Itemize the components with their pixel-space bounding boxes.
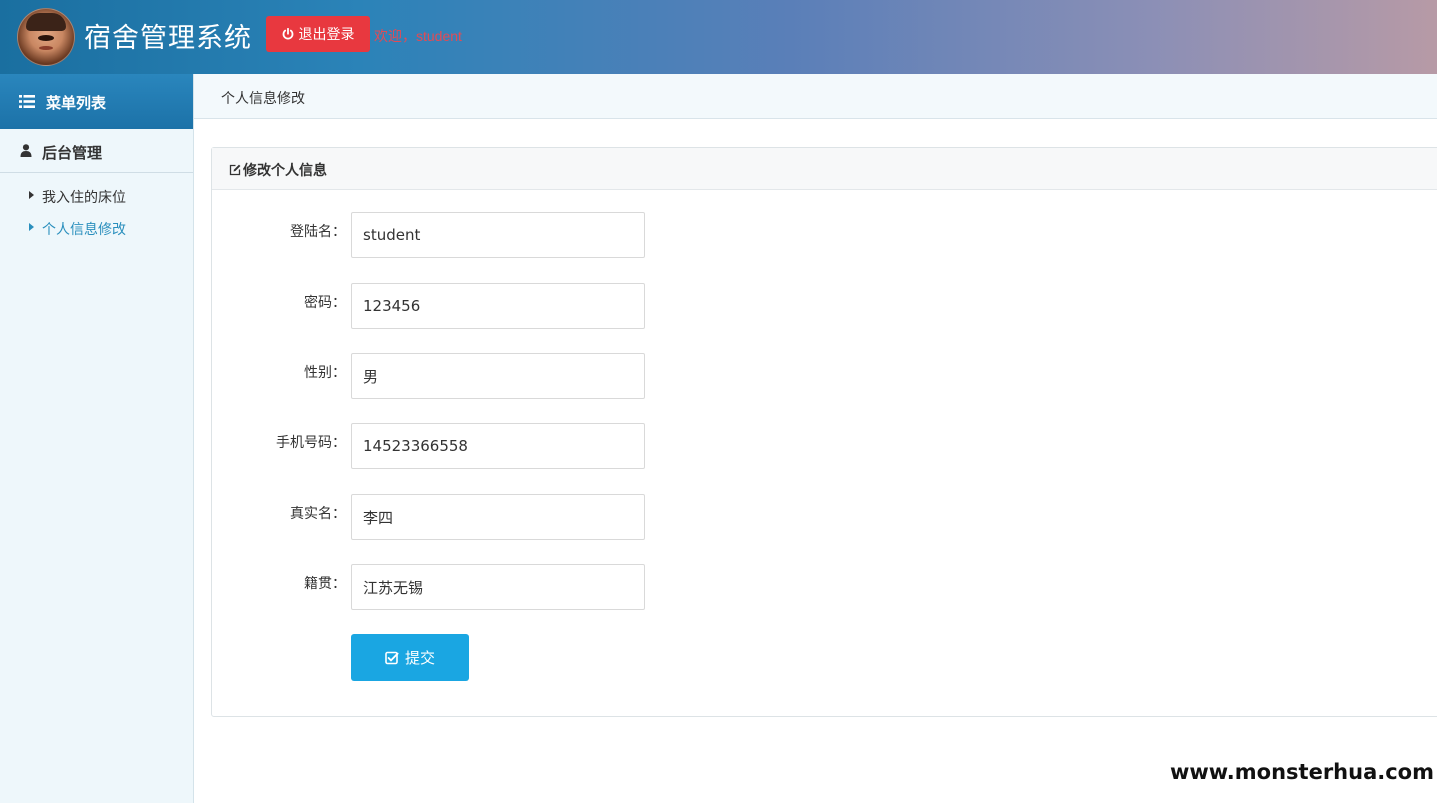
list-icon xyxy=(19,95,35,108)
power-icon xyxy=(282,28,294,40)
form-row-phone: 手机号码： xyxy=(212,423,1437,469)
form-row-gender: 性别： xyxy=(212,353,1437,399)
login-name-label: 登陆名： xyxy=(290,223,346,239)
app-title: 宿舍管理系统 xyxy=(84,23,252,54)
real-name-label: 真实名： xyxy=(290,505,346,521)
sidebar-item-profile-edit[interactable]: 个人信息修改 xyxy=(0,214,193,242)
form-row-login-name: 登陆名： xyxy=(212,212,1437,258)
sidebar-item-label: 我入住的床位 xyxy=(42,189,126,205)
password-field[interactable] xyxy=(351,283,645,329)
submit-label: 提交 xyxy=(404,650,435,667)
real-name-field[interactable] xyxy=(351,494,645,540)
gender-label: 性别： xyxy=(304,364,346,380)
sidebar-section-label: 后台管理 xyxy=(42,145,103,162)
phone-field[interactable] xyxy=(351,423,645,469)
form-row-hometown: 籍贯： xyxy=(212,564,1437,610)
phone-label: 手机号码： xyxy=(276,434,346,450)
panel-heading: 修改个人信息 xyxy=(212,148,1437,190)
form-row-password: 密码： xyxy=(212,283,1437,329)
avatar xyxy=(17,8,75,66)
password-label: 密码： xyxy=(304,294,346,310)
hometown-label: 籍贯： xyxy=(304,575,346,591)
caret-right-icon xyxy=(29,223,34,231)
welcome-text: 欢迎，student xyxy=(374,28,462,44)
panel-title: 修改个人信息 xyxy=(243,162,327,178)
menu-header: 菜单列表 xyxy=(0,74,193,129)
caret-right-icon xyxy=(29,191,34,199)
submit-button[interactable]: 提交 xyxy=(351,634,469,681)
profile-panel: 修改个人信息 登陆名： 密码： 性别： 手机号码： 真实名： 籍贯： 提交 xyxy=(211,147,1437,717)
sidebar-item-my-bed[interactable]: 我入住的床位 xyxy=(0,182,193,210)
hometown-field[interactable] xyxy=(351,564,645,610)
logout-button[interactable]: 退出登录 xyxy=(266,16,370,52)
menu-header-label: 菜单列表 xyxy=(46,95,107,112)
logout-label: 退出登录 xyxy=(298,26,355,42)
login-name-field[interactable] xyxy=(351,212,645,258)
sidebar-section-admin[interactable]: 后台管理 xyxy=(0,129,193,173)
gender-field[interactable] xyxy=(351,353,645,399)
check-square-icon xyxy=(385,651,399,665)
sidebar-item-label: 个人信息修改 xyxy=(42,221,126,237)
user-icon xyxy=(20,144,32,157)
watermark: www.monsterhua.com xyxy=(1169,760,1434,784)
breadcrumb-bar: 个人信息修改 xyxy=(194,74,1437,119)
sidebar: 菜单列表 后台管理 我入住的床位 个人信息修改 xyxy=(0,74,194,803)
breadcrumb: 个人信息修改 xyxy=(221,90,305,106)
edit-icon xyxy=(229,163,241,176)
form-row-real-name: 真实名： xyxy=(212,494,1437,540)
top-header: 宿舍管理系统 退出登录 欢迎，student xyxy=(0,0,1437,74)
